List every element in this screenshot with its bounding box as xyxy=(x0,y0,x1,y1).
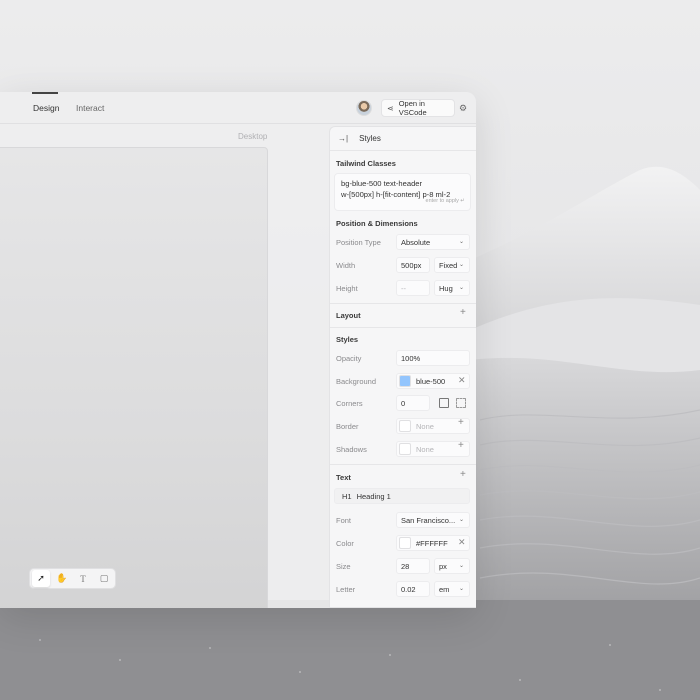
canvas-toolbar: ➚ ✋ T ▢ xyxy=(29,568,116,589)
enter-hint: enter to apply ↵ xyxy=(425,198,465,204)
add-layout-icon[interactable]: + xyxy=(460,307,466,318)
corners-uniform-icon[interactable] xyxy=(439,398,449,408)
height-label: Height xyxy=(336,284,358,293)
heading-style-select[interactable]: H1 Heading 1 xyxy=(334,488,470,504)
background-swatch[interactable] xyxy=(399,375,411,387)
color-label: Color xyxy=(336,539,354,548)
width-mode-value: Fixed xyxy=(439,260,458,270)
font-value: San Francisco... xyxy=(401,515,456,525)
add-shadow-icon[interactable]: + xyxy=(458,440,464,451)
tailwind-classes-input[interactable]: bg-blue-500 text-header w-[500px] h-[fit… xyxy=(334,173,471,211)
font-label: Font xyxy=(336,516,352,525)
color-value: #FFFFFF xyxy=(416,538,448,548)
chevron-down-icon: ⌄ xyxy=(458,239,464,245)
background-value: blue-500 xyxy=(416,376,446,386)
frame-label: Desktop xyxy=(238,132,268,141)
position-type-select[interactable]: Absolute ⌄ xyxy=(396,234,470,250)
collapse-panel-icon[interactable]: →| xyxy=(338,134,348,143)
size-value: 28 xyxy=(401,561,410,571)
frame-tool[interactable]: ▢ xyxy=(95,570,113,587)
desktop-frame[interactable] xyxy=(0,147,268,608)
add-border-icon[interactable]: + xyxy=(458,417,464,428)
opacity-label: Opacity xyxy=(336,354,362,363)
tab-interact[interactable]: Interact xyxy=(76,103,104,113)
corners-input[interactable]: 0 xyxy=(396,395,430,411)
share-icon: ⋖ xyxy=(387,103,394,113)
opacity-value: 100% xyxy=(401,353,421,363)
position-type-label: Position Type xyxy=(336,238,381,247)
close-icon[interactable]: ✕ xyxy=(458,375,466,386)
panel-title: Styles xyxy=(359,134,381,143)
open-in-vscode-label: Open in VSCode xyxy=(398,99,427,117)
avatar[interactable] xyxy=(356,100,372,116)
open-in-vscode-button[interactable]: ⋖ Open in VSCode xyxy=(381,99,455,117)
height-input[interactable]: -- xyxy=(396,280,430,296)
text-tool[interactable]: T xyxy=(74,570,92,587)
corners-label: Corners xyxy=(336,399,363,408)
divider xyxy=(330,303,476,304)
divider xyxy=(330,464,476,465)
letter-unit-select[interactable]: em ⌄ xyxy=(434,581,470,597)
text-title: Text xyxy=(336,473,351,482)
shadows-swatch[interactable] xyxy=(399,443,411,455)
styles-title: Styles xyxy=(336,335,359,344)
shadows-label: Shadows xyxy=(336,445,367,454)
tab-design[interactable]: Design xyxy=(33,103,59,113)
tailwind-line-1: bg-blue-500 text-header xyxy=(341,179,423,188)
chevron-down-icon: ⌄ xyxy=(458,285,464,291)
panel-header: →| Styles xyxy=(330,127,476,151)
hand-tool[interactable]: ✋ xyxy=(53,570,71,587)
border-label: Border xyxy=(336,422,359,431)
corners-value: 0 xyxy=(401,398,406,408)
background-label: Background xyxy=(336,377,377,386)
pointer-icon: ➚ xyxy=(37,573,45,583)
add-text-icon[interactable]: + xyxy=(460,469,466,480)
chevron-down-icon: ⌄ xyxy=(458,517,464,523)
width-value: 500px xyxy=(401,260,422,270)
shadows-value: None xyxy=(416,444,434,454)
chevron-down-icon: ⌄ xyxy=(458,262,464,268)
border-swatch[interactable] xyxy=(399,420,411,432)
corners-individual-icon[interactable] xyxy=(456,398,466,408)
letter-input[interactable]: 0.02 xyxy=(396,581,430,597)
chevron-down-icon: ⌄ xyxy=(458,586,464,592)
hand-icon: ✋ xyxy=(56,573,68,583)
close-icon[interactable]: ✕ xyxy=(458,537,466,548)
height-mode-select[interactable]: Hug ⌄ xyxy=(434,280,470,296)
heading-tag: H1 xyxy=(342,491,352,501)
frame-icon: ▢ xyxy=(99,573,109,583)
text-icon: T xyxy=(80,573,86,584)
position-title: Position & Dimensions xyxy=(336,219,418,228)
opacity-input[interactable]: 100% xyxy=(396,350,470,366)
chevron-down-icon: ⌄ xyxy=(458,563,464,569)
letter-label: Letter xyxy=(336,585,356,594)
top-bar: Design Interact ⋖ Open in VSCode ⚙ xyxy=(0,92,476,124)
heading-value: Heading 1 xyxy=(356,491,391,501)
size-label: Size xyxy=(336,562,351,571)
divider xyxy=(330,327,476,328)
styles-panel: →| Styles Tailwind Classes bg-blue-500 t… xyxy=(329,126,476,608)
border-value: None xyxy=(416,421,434,431)
color-swatch[interactable] xyxy=(399,537,411,549)
font-select[interactable]: San Francisco... ⌄ xyxy=(396,512,470,528)
active-tab-indicator xyxy=(32,92,58,94)
size-unit-select[interactable]: px ⌄ xyxy=(434,558,470,574)
height-value: -- xyxy=(401,283,406,293)
width-mode-select[interactable]: Fixed ⌄ xyxy=(434,257,470,273)
letter-unit: em xyxy=(439,584,450,594)
height-mode-value: Hug xyxy=(439,283,453,293)
width-input[interactable]: 500px xyxy=(396,257,430,273)
position-type-value: Absolute xyxy=(401,237,431,247)
tailwind-title: Tailwind Classes xyxy=(336,159,396,168)
size-input[interactable]: 28 xyxy=(396,558,430,574)
pointer-tool[interactable]: ➚ xyxy=(32,570,50,587)
layout-title: Layout xyxy=(336,311,361,320)
width-label: Width xyxy=(336,261,356,270)
size-unit: px xyxy=(439,561,447,571)
gear-icon: ⚙ xyxy=(458,102,468,113)
settings-button[interactable]: ⚙ xyxy=(456,100,470,116)
letter-value: 0.02 xyxy=(401,584,416,594)
